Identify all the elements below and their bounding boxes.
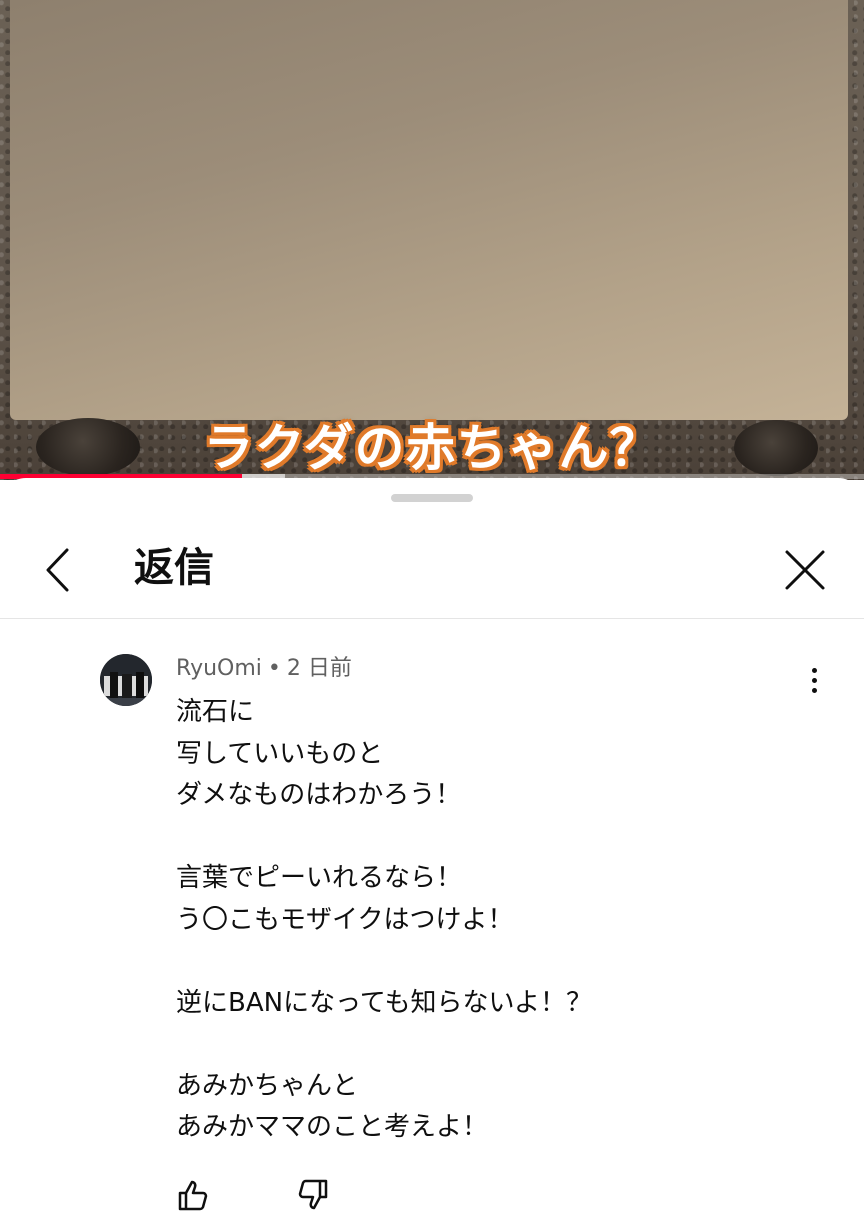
meta-separator: • bbox=[267, 656, 281, 681]
thumbs-down-icon bbox=[298, 1179, 328, 1210]
comment-line: う〇こもモザイクはつけよ！ bbox=[176, 904, 514, 935]
comment-line bbox=[176, 817, 776, 859]
chevron-left-icon bbox=[46, 548, 69, 592]
close-icon bbox=[785, 550, 825, 590]
more-vertical-icon bbox=[811, 667, 817, 673]
comment-line: 逆にBANになっても知らないよ！？ bbox=[176, 987, 592, 1018]
replies-sheet: 返信 RyuOmi • 2 日前 流石に 写していいものと ダメなものはわかろう！ … bbox=[0, 478, 864, 1211]
thumbs-up-icon bbox=[178, 1180, 208, 1211]
comment-menu-button[interactable] bbox=[796, 660, 832, 700]
more-vertical-icon bbox=[811, 677, 817, 683]
comment-actions bbox=[176, 1178, 576, 1218]
like-button[interactable] bbox=[176, 1178, 216, 1218]
comment-line bbox=[176, 941, 776, 983]
avatar[interactable] bbox=[100, 654, 152, 706]
comment-line: あみかちゃんと bbox=[176, 1070, 359, 1101]
comment-line bbox=[176, 1024, 776, 1066]
page-title: 返信 bbox=[134, 545, 214, 591]
comment-line: 流石に bbox=[176, 697, 255, 727]
comment-line: あみかママのこと考えよ！ bbox=[176, 1112, 489, 1142]
more-vertical-icon bbox=[811, 687, 817, 693]
drag-handle[interactable] bbox=[391, 494, 473, 502]
comment-line: 言葉でピーいれるなら！ bbox=[176, 863, 463, 893]
video-player[interactable]: ラクダの赤ちゃん？ bbox=[0, 0, 864, 480]
comment-meta: RyuOmi • 2 日前 bbox=[176, 654, 352, 684]
dislike-button[interactable] bbox=[296, 1178, 336, 1218]
close-button[interactable] bbox=[776, 542, 834, 598]
video-caption: ラクダの赤ちゃん？ bbox=[203, 419, 661, 477]
comment-author[interactable]: RyuOmi bbox=[176, 656, 262, 681]
avatar-image bbox=[100, 654, 152, 706]
comment-timestamp[interactable]: 2 日前 bbox=[287, 656, 352, 681]
comment-body: 流石に 写していいものと ダメなものはわかろう！ 言葉でピーいれるなら！ う〇こ… bbox=[176, 692, 776, 1149]
comment-line: 写していいものと bbox=[176, 738, 384, 769]
blurred-mosaic bbox=[10, 0, 848, 420]
header-divider bbox=[0, 618, 864, 619]
back-button[interactable] bbox=[30, 542, 86, 598]
comment-line: ダメなものはわかろう！ bbox=[176, 780, 462, 810]
